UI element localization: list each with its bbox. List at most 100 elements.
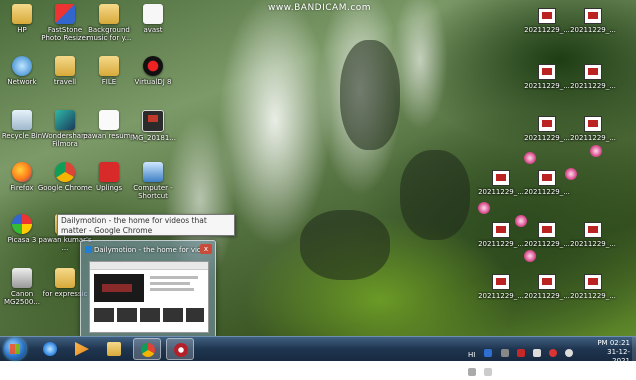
- clock-date: 31-12-2021: [607, 348, 630, 365]
- bandicam-watermark: www.BANDICAM.com: [268, 3, 372, 13]
- video-file-icon: [492, 170, 510, 186]
- folder-icon: [99, 56, 119, 76]
- thumbnail-video: [94, 274, 144, 302]
- desktop-icon-avast[interactable]: avast: [125, 4, 181, 34]
- language-indicator[interactable]: HI: [468, 351, 475, 359]
- taskbar-clock[interactable]: PM 02:21 31-12-2021: [590, 339, 630, 366]
- taskbar: HI PM 02:21 31-12-2021: [0, 336, 636, 376]
- start-button[interactable]: [4, 338, 26, 360]
- document-icon: [99, 110, 119, 130]
- wallpaper-rock: [400, 150, 470, 240]
- file-icon-item[interactable]: 20211229_...: [518, 170, 576, 196]
- desktop-icon-img[interactable]: IMG_20181...: [125, 110, 181, 142]
- icon-label: Computer - Shortcut: [133, 184, 173, 200]
- record-icon[interactable]: [548, 349, 557, 357]
- tray-icon[interactable]: [500, 349, 509, 357]
- network-icon[interactable]: [468, 368, 476, 376]
- wallpaper-flower: [524, 250, 536, 262]
- preview-title-text: Dailymotion - the home for videos ...: [94, 246, 211, 254]
- video-file-icon: [538, 170, 556, 186]
- video-file-icon: [538, 116, 556, 132]
- wallpaper-flower: [590, 145, 602, 157]
- picasa-icon: [12, 214, 32, 234]
- video-file-icon: [538, 222, 556, 238]
- file-icon-item[interactable]: 20211229_...: [564, 222, 622, 248]
- chrome-icon: [141, 343, 155, 357]
- taskbar-file-explorer[interactable]: [100, 338, 128, 360]
- file-label: 20211229_...: [524, 188, 570, 196]
- chrome-window-preview[interactable]: Dailymotion - the home for videos ... x: [80, 240, 216, 336]
- wallpaper-rock: [300, 210, 390, 280]
- virtualdj-icon: [143, 56, 163, 76]
- wallpaper-flower: [478, 202, 490, 214]
- desktop: www.BANDICAM.com HP FastStone Photo Resi…: [0, 0, 636, 336]
- video-file-icon: [584, 222, 602, 238]
- app-icon: [99, 162, 119, 182]
- dailymotion-icon: [85, 246, 92, 253]
- firefox-icon: [12, 162, 32, 182]
- preview-thumbnail[interactable]: [89, 261, 209, 333]
- computer-icon: [143, 162, 163, 182]
- video-file-icon: [492, 222, 510, 238]
- system-tray: HI: [468, 342, 588, 376]
- faststone-icon: [55, 4, 75, 24]
- thumbnail-text-line: [150, 288, 194, 291]
- video-file-icon: [538, 64, 556, 80]
- avast-icon: [143, 4, 163, 24]
- image-icon: [142, 110, 164, 132]
- video-file-icon: [492, 274, 510, 290]
- file-icon-item[interactable]: 20211229_...: [564, 274, 622, 300]
- preview-title: Dailymotion - the home for videos ...: [85, 246, 211, 256]
- taskbar-media-player[interactable]: [68, 338, 96, 360]
- internet-explorer-icon: [43, 342, 57, 356]
- icon-label: avast: [143, 26, 163, 34]
- tray-icon[interactable]: [516, 349, 525, 357]
- thumbnail-text-line: [150, 276, 198, 279]
- clock-time: PM 02:21: [597, 339, 630, 347]
- network-icon: [12, 56, 32, 76]
- taskbar-google-chrome[interactable]: [133, 338, 161, 360]
- recycle-bin-icon: [12, 110, 32, 130]
- hp-folder-icon: [12, 4, 32, 24]
- icon-label: VirtualDJ 8: [134, 78, 172, 86]
- file-label: 20211229_...: [570, 82, 616, 90]
- arrow-icon[interactable]: [532, 349, 541, 357]
- desktop-icon-virtualdj[interactable]: VirtualDJ 8: [125, 56, 181, 86]
- tray-icon[interactable]: [564, 349, 573, 357]
- chrome-icon: [55, 162, 75, 182]
- video-file-icon: [584, 8, 602, 24]
- file-label: 20211229_...: [570, 240, 616, 248]
- volume-icon[interactable]: [484, 368, 493, 376]
- video-file-icon: [584, 116, 602, 132]
- file-icon-item[interactable]: 20211229_...: [564, 64, 622, 90]
- show-desktop-button[interactable]: [632, 337, 636, 361]
- file-label: 20211229_...: [570, 292, 616, 300]
- file-icon-item[interactable]: 20211229_...: [564, 116, 622, 142]
- video-file-icon: [584, 64, 602, 80]
- file-icon-item[interactable]: 20211229_...: [564, 8, 622, 34]
- video-file-icon: [538, 274, 556, 290]
- bandicam-icon: [174, 343, 188, 357]
- help-icon[interactable]: [484, 349, 493, 357]
- video-file-icon: [584, 274, 602, 290]
- thumbnail-video-strip: [94, 308, 204, 322]
- video-file-icon: [538, 8, 556, 24]
- wallpaper-rock: [340, 40, 400, 150]
- media-player-icon: [75, 342, 89, 356]
- folder-icon: [99, 4, 119, 24]
- taskbar-internet-explorer[interactable]: [36, 338, 64, 360]
- thumbnail-browser-bar: [90, 262, 208, 270]
- filmora-icon: [55, 110, 75, 130]
- folder-icon: [107, 342, 121, 356]
- folder-icon: [55, 268, 75, 288]
- taskbar-bandicam[interactable]: [166, 338, 194, 360]
- file-label: 20211229_...: [570, 134, 616, 142]
- chrome-tooltip: Dailymotion - the home for videos that m…: [57, 214, 235, 236]
- icon-label: IMG_20181...: [130, 134, 176, 142]
- printer-icon: [12, 268, 32, 288]
- preview-close-button[interactable]: x: [200, 244, 212, 254]
- thumbnail-text-line: [150, 282, 190, 285]
- desktop-icon-computer[interactable]: Computer - Shortcut: [125, 162, 181, 200]
- wallpaper-flower: [524, 152, 536, 164]
- file-label: 20211229_...: [570, 26, 616, 34]
